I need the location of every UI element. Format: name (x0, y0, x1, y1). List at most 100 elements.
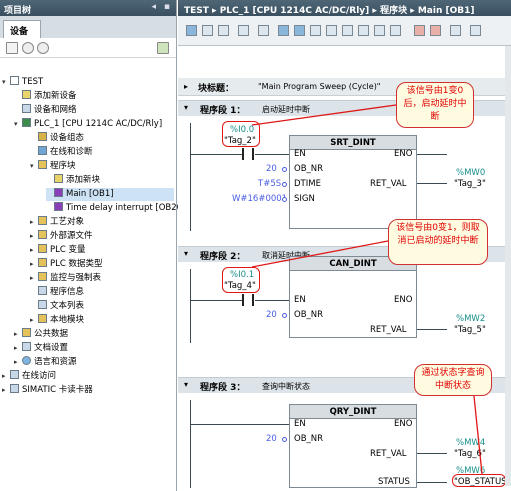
annotation-arrow (251, 240, 389, 268)
network-view-icon[interactable] (157, 42, 169, 54)
collapse-icon[interactable]: ▾ (184, 103, 188, 112)
input-sign[interactable]: W#16#0001 (232, 194, 287, 204)
operand-display-icon[interactable] (470, 25, 481, 36)
tree-item-add-block[interactable]: 添加新块 (46, 174, 100, 187)
vertical-scrollbar[interactable] (505, 46, 511, 486)
network-icon (22, 104, 31, 113)
forward-icon[interactable] (37, 42, 49, 54)
tree-item-local-modules[interactable]: ▸ 本地模块 (30, 314, 84, 327)
tree-item-card-reader[interactable]: ▸ SIMATIC 卡读卡器 (2, 384, 93, 397)
tree-item-document-settings[interactable]: ▸ 文档设置 (14, 342, 68, 355)
network-comments-icon[interactable] (278, 25, 289, 36)
power-rail (190, 400, 191, 488)
pin-icon[interactable]: ▪ (164, 2, 170, 12)
power-rail (190, 269, 191, 343)
collapse-arrow-icon[interactable]: ◂ (151, 2, 156, 12)
pin-eno: ENO (394, 149, 413, 159)
pin-en: EN (294, 419, 306, 429)
pin-ret-val: RET_VAL (370, 325, 407, 335)
tree-item-program-info[interactable]: 程序信息 (30, 286, 84, 299)
show-favorites-icon[interactable] (258, 25, 269, 36)
tree-item-external-sources[interactable]: ▸ 外部源文件 (30, 230, 93, 243)
go-to-error-icon[interactable] (450, 25, 461, 36)
project-icon (10, 76, 19, 85)
empty-box-icon[interactable] (342, 25, 353, 36)
open-branch-icon[interactable] (358, 25, 369, 36)
tree-item-plc-data-types[interactable]: ▸ PLC 数据类型 (30, 258, 103, 271)
pin-ret-val: RET_VAL (370, 449, 407, 459)
output-tag[interactable]: "Tag_5" (454, 325, 486, 335)
tree-item-time-delay-ob20[interactable]: Time delay interrupt [OB20] (46, 202, 185, 215)
tree-item-common-data[interactable]: ▸ 公共数据 (14, 328, 68, 341)
folder-icon (38, 314, 47, 323)
delete-network-icon[interactable] (202, 25, 213, 36)
annotation-note-3: 通过状态字查询中断状态 (414, 364, 492, 396)
tree-item-devices-networks[interactable]: 设备和网络 (14, 104, 77, 117)
tree-item-online-access[interactable]: ▸ 在线访问 (2, 370, 56, 383)
network-3-label: 程序段 3： (200, 383, 246, 393)
input-ob-nr[interactable]: 20 (266, 310, 277, 320)
new-icon[interactable] (6, 42, 18, 54)
pin-eno: ENO (394, 295, 413, 305)
tree-item-watch-force-tables[interactable]: ▸ 监控与强制表 (30, 272, 101, 285)
pin-status: STATUS (378, 477, 410, 487)
tree-item-test[interactable]: ▾ TEST (2, 76, 43, 89)
add-block-icon (54, 174, 63, 183)
tree-item-add-device[interactable]: 添加新设备 (14, 90, 77, 103)
text-list-icon (38, 300, 47, 309)
no-contact[interactable] (242, 148, 254, 160)
pin-eno: ENO (394, 419, 413, 429)
annotation-note-2: 该信号由0变1，则取消已启动的延时中断 (388, 219, 488, 265)
pin-ob-nr: OB_NR (294, 164, 324, 174)
tree-toolbar (0, 38, 176, 58)
input-ob-nr[interactable]: 20 (266, 434, 277, 444)
tree-item-program-blocks[interactable]: ▾ 程序块 (30, 160, 76, 173)
input-dtime[interactable]: T#5S (258, 179, 281, 189)
back-icon[interactable] (22, 42, 34, 54)
folder-icon (38, 230, 47, 239)
annotation-note-1: 该信号由1变0后，启动延时中断 (396, 82, 474, 128)
block-name: SRT_DINT (290, 136, 416, 150)
no-contact[interactable] (242, 294, 254, 306)
insert-row-icon[interactable] (218, 25, 229, 36)
block-name: QRY_DINT (290, 405, 416, 419)
project-tree-panel: 项目树 ◂ ▪ 设备 ▾ TEST 添加新设备 设备和网络 ▾ PLC_1 [CPU… (0, 0, 185, 491)
tree-item-main-ob1[interactable]: Main [OB1] (46, 188, 174, 201)
input-ob-nr[interactable]: 20 (266, 164, 277, 174)
tree-item-technology-objects[interactable]: ▸ 工艺对象 (30, 216, 84, 229)
plc-icon (22, 118, 31, 127)
coil-icon[interactable] (326, 25, 337, 36)
tree-item-languages-resources[interactable]: ▸ 语言和资源 (14, 356, 77, 369)
contact-nc-icon[interactable] (310, 25, 321, 36)
tab-devices[interactable]: 设备 (3, 20, 41, 38)
card-reader-icon (10, 384, 19, 393)
annotation-arrow (251, 104, 397, 126)
pin-ob-nr: OB_NR (294, 310, 324, 320)
qry-dint-block[interactable]: QRY_DINT (289, 404, 417, 488)
insert-network-icon[interactable] (186, 25, 197, 36)
open-all-icon[interactable] (238, 25, 249, 36)
pin-dtime: DTIME (294, 179, 321, 189)
close-branch-icon[interactable] (374, 25, 385, 36)
tree-item-plc-tags[interactable]: ▸ PLC 变量 (30, 244, 86, 257)
panel-title: 项目树 (4, 6, 32, 16)
output-tag[interactable]: "Tag_3" (454, 179, 486, 189)
collapse-icon[interactable]: ▾ (184, 249, 188, 258)
tree-item-text-lists[interactable]: 文本列表 (30, 300, 84, 313)
ob-block-icon (54, 188, 63, 197)
tree-item-device-config[interactable]: 设备组态 (30, 132, 84, 145)
data-types-icon (38, 258, 47, 267)
project-tree-header: 项目树 ◂ ▪ (0, 0, 176, 16)
network-3-comment[interactable]: 查询中断状态 (262, 381, 310, 392)
tags-icon (38, 244, 47, 253)
contact-no-icon[interactable] (294, 25, 305, 36)
collapse-arrow-icon[interactable]: ▸ (184, 82, 188, 91)
collapse-icon[interactable]: ▾ (184, 380, 188, 389)
block-title-value[interactable]: "Main Program Sweep (Cycle)" (258, 82, 381, 91)
block-interface-icon[interactable] (390, 25, 401, 36)
tree-item-online-diag[interactable]: 在线和诊断 (30, 146, 93, 159)
breakpoint-icon[interactable] (430, 25, 441, 36)
tree-item-plc1[interactable]: ▾ PLC_1 [CPU 1214C AC/DC/Rly] (14, 118, 162, 131)
globe-icon (22, 356, 31, 365)
monitoring-icon[interactable] (414, 25, 425, 36)
